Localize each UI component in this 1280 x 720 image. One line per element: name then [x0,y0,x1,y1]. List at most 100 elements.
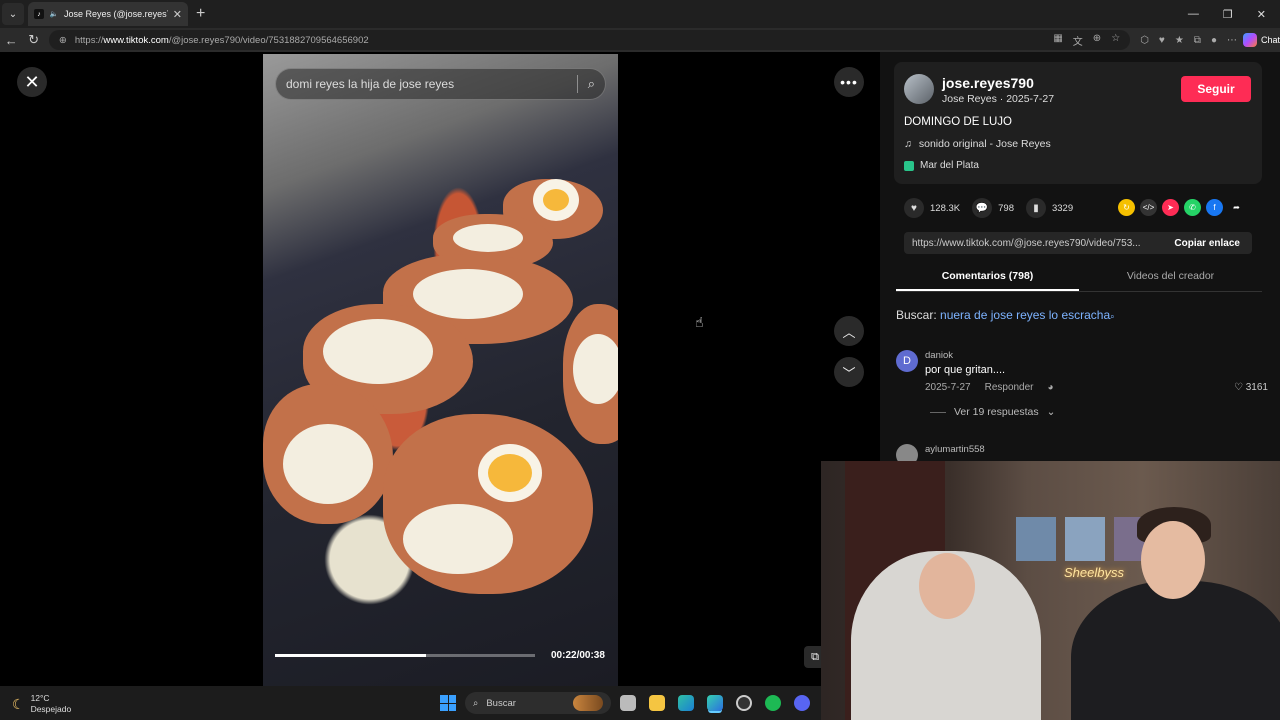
video-search-bar[interactable]: domi reyes la hija de jose reyes ⌕ [275,68,606,100]
video-frame-detail [383,414,593,594]
embed-icon[interactable]: </> [1140,199,1157,216]
music-title: sonido original - Jose Reyes [918,138,1051,150]
tab-creator-videos[interactable]: Videos del creador [1079,264,1262,291]
app-available-icon[interactable]: ▦ [1053,33,1062,48]
close-video-button[interactable]: ✕ [17,67,47,97]
commenter-username[interactable]: daniok [925,350,953,361]
moon-icon: ☾ [12,695,25,712]
whatsapp-icon[interactable]: ✆ [1184,199,1201,216]
video-progress-fill [275,654,426,657]
view-replies-button[interactable]: Ver 19 respuestas ⌄ [930,406,1055,418]
reply-button[interactable]: Responder [985,382,1034,393]
url-host: www.tiktok.com [103,34,169,46]
video-time: 00:22/00:38 [551,650,605,661]
url-path: /@jose.reyes790/video/753188270956465690… [168,34,369,46]
reload-button[interactable]: ↻ [22,32,44,48]
file-explorer-icon[interactable] [649,695,665,711]
cam-background-poster [1016,517,1056,561]
creator-subline: Jose Reyes · 2025-7-27 [942,93,1055,105]
site-info-icon[interactable]: ⊕ [59,35,67,46]
next-video-button[interactable]: ﹀ [834,357,864,387]
url-field[interactable]: ⊕ https://www.tiktok.com/@jose.reyes790/… [48,30,1131,50]
commenter-username[interactable]: aylumartin558 [925,444,985,455]
previous-video-button[interactable]: ︿ [834,316,864,346]
commenter-avatar[interactable]: D [896,350,918,372]
creator-username[interactable]: jose.reyes790 [942,75,1034,91]
back-button[interactable]: ← [0,33,22,48]
facebook-icon[interactable]: f [1206,199,1223,216]
share-link-url[interactable]: https://www.tiktok.com/@jose.reyes790/vi… [904,238,1162,249]
chat-label: Chat [1260,35,1280,45]
tab-comments[interactable]: Comentarios (798) [896,264,1079,291]
comment-count: 798 [998,202,1014,214]
tab-close-icon[interactable]: ✕ [173,8,182,21]
zoom-icon[interactable]: ⊕ [1093,33,1101,48]
windows-start-icon[interactable] [440,695,456,711]
address-bar-row: ← ↻ ⊕ https://www.tiktok.com/@jose.reyes… [0,28,1280,52]
comment-item: D daniok por que gritan.... 2025-7-27 Re… [896,350,1268,430]
save-stat[interactable]: ▮ 3329 [1025,198,1073,218]
heart-outline-icon[interactable]: ♡ [1234,382,1243,393]
person-right [1071,581,1280,720]
collections-icon[interactable]: ⧉ [1194,35,1201,46]
discord-icon[interactable] [794,695,810,711]
performance-icon[interactable]: ♥ [1159,35,1165,46]
edge-icon[interactable] [678,695,694,711]
copilot-icon [1242,33,1257,47]
settings-menu-icon[interactable]: ⋯ [1227,35,1237,46]
repost-icon[interactable]: ↻ [1118,199,1135,216]
extensions-icon[interactable]: ⬡ [1140,35,1149,46]
video-caption: DOMINGO DE LUJO [904,116,1012,128]
search-icon: ⌕ [473,697,479,709]
video-search-text: domi reyes la hija de jose reyes [286,77,455,91]
like-stat[interactable]: ♥ 128.3K [904,198,960,218]
close-window-button[interactable]: ✕ [1257,8,1266,21]
comment-icon[interactable]: 💬 [972,198,993,218]
minimize-button[interactable]: — [1188,8,1199,21]
bookmark-icon[interactable]: ▮ [1025,198,1046,218]
tab-title: Jose Reyes (@jose.reyes790) | [64,9,168,19]
audio-icon[interactable]: 🔈 [49,9,59,19]
restore-button[interactable]: ❐ [1223,8,1233,21]
copy-link-button[interactable]: Copiar enlace [1162,238,1252,249]
creator-avatar[interactable] [904,74,934,104]
location-icon [904,160,914,171]
creator-liked-icon: ◕ [1047,382,1054,393]
heart-icon[interactable]: ♥ [904,198,924,218]
edge-active-icon[interactable] [707,695,723,711]
search-suggestion-query[interactable]: nuera de jose reyes lo escracha [940,308,1110,322]
browser-tab[interactable]: ♪ 🔈 Jose Reyes (@jose.reyes790) | ✕ [28,2,188,26]
video-progress-bar[interactable] [275,654,535,657]
favorite-star-icon[interactable]: ☆ [1111,33,1120,48]
search-suggestion-label: Buscar: [896,308,937,322]
video-frame-detail [573,334,618,404]
taskbar-search[interactable]: ⌕ Buscar [465,692,611,714]
favorites-icon[interactable]: ★ [1175,35,1184,46]
task-view-icon[interactable] [620,695,636,711]
chevron-down-icon: ⌄ [1046,406,1056,418]
more-options-button[interactable]: ••• [834,67,864,97]
cam-background-poster [1065,517,1105,561]
copilot-chat-button[interactable]: Chat [1242,33,1280,47]
video-player[interactable]: domi reyes la hija de jose reyes ⌕ 00:22… [263,54,618,686]
spotify-icon[interactable] [765,695,781,711]
comment-like-count: 3161 [1245,382,1268,393]
location-tag[interactable]: Mar del Plata [904,160,979,171]
follow-button[interactable]: Seguir [1181,76,1251,102]
browser-tab-bar: ⌄ ♪ 🔈 Jose Reyes (@jose.reyes790) | ✕ + … [0,0,1280,28]
search-suggestion[interactable]: Buscar: nuera de jose reyes lo escracha⌕ [896,308,1115,322]
obs-icon[interactable] [736,695,752,711]
comment-stat[interactable]: 💬 798 [972,198,1014,218]
weather-widget[interactable]: ☾ 12°C Despejado [12,693,71,715]
share-options: ↻ </> ➤ ✆ f ➦ [1118,199,1245,216]
video-frame-detail [488,454,532,492]
music-link[interactable]: ♫ sonido original - Jose Reyes [904,138,1051,150]
comment-like[interactable]: ♡ 3161 [1234,382,1268,393]
search-icon[interactable]: ⌕ [588,76,595,92]
send-to-friends-icon[interactable]: ➤ [1162,199,1179,216]
tab-actions-button[interactable]: ⌄ [2,3,24,25]
profile-avatar[interactable]: ● [1211,35,1217,46]
new-tab-button[interactable]: + [196,5,205,23]
share-arrow-icon[interactable]: ➦ [1228,199,1245,216]
translate-icon[interactable]: 文 [1073,33,1083,48]
